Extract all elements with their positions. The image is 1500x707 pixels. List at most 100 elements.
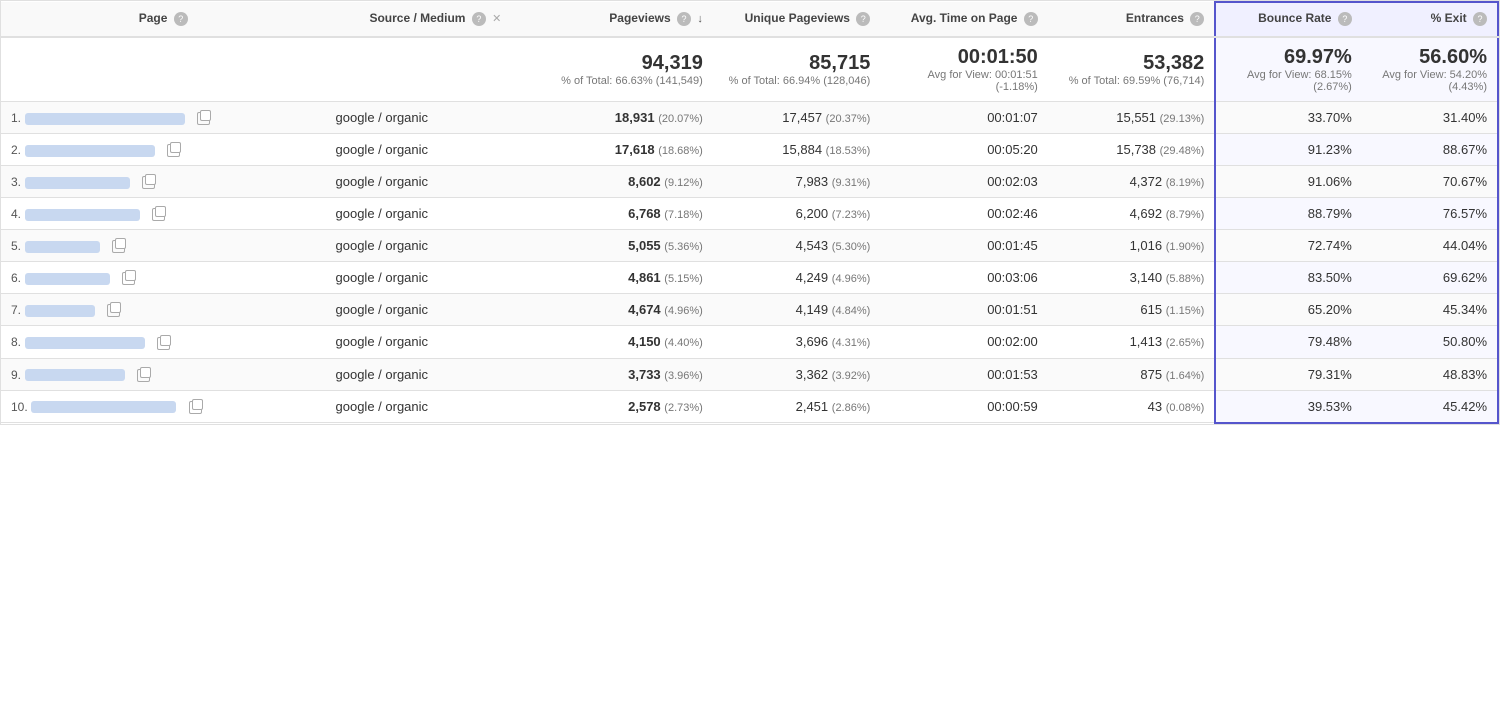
copy-icon[interactable] [122,272,135,285]
avgtime-help-icon[interactable]: ? [1024,12,1038,26]
table-row: 1. google / organic18,931 (20.07%)17,457… [1,102,1498,134]
entrances-pct: (8.19%) [1166,177,1205,189]
pageviews-pct: (18.68%) [658,145,703,157]
page-link-blur[interactable] [25,145,155,157]
cell-exit: 76.57% [1362,198,1498,230]
pageviews-pct: (2.73%) [664,402,703,414]
cell-pageviews: 2,578 (2.73%) [545,390,712,423]
page-link-blur[interactable] [25,305,95,317]
copy-icon[interactable] [189,401,202,414]
exit-value: 88.67% [1443,142,1487,157]
unique-pct: (9.31%) [832,177,871,189]
page-link-blur[interactable] [25,337,145,349]
cell-exit: 31.40% [1362,102,1498,134]
copy-icon[interactable] [137,369,150,382]
pageviews-sort-icon[interactable]: ↓ [697,13,703,25]
page-help-icon[interactable]: ? [174,12,188,26]
entrances-pct: (1.15%) [1166,305,1205,317]
totals-page [1,37,326,102]
totals-unique: 85,715 % of Total: 66.94% (128,046) [713,37,880,102]
cell-avgtime: 00:01:07 [880,102,1047,134]
totals-pageviews: 94,319 % of Total: 66.63% (141,549) [545,37,712,102]
cell-page: 2. [1,134,326,166]
cell-page: 10. [1,390,326,423]
table-row: 3. google / organic8,602 (9.12%)7,983 (9… [1,166,1498,198]
bounce-value: 83.50% [1308,270,1352,285]
bounce-value: 65.20% [1308,302,1352,317]
cell-avgtime: 00:01:51 [880,294,1047,326]
copy-icon[interactable] [112,240,125,253]
cell-exit: 50.80% [1362,326,1498,358]
row-number: 4. [11,207,21,221]
pageviews-pct: (9.12%) [664,177,703,189]
source-value: google / organic [336,238,429,253]
copy-icon[interactable] [107,304,120,317]
analytics-table: Page ? Source / Medium ? ✕ Pageviews ? ↓… [0,0,1500,425]
bounce-value: 72.74% [1308,238,1352,253]
exit-help-icon[interactable]: ? [1473,12,1487,26]
unique-help-icon[interactable]: ? [856,12,870,26]
row-number: 10. [11,400,28,414]
cell-source: google / organic [326,230,546,262]
pageviews-pct: (4.40%) [664,337,703,349]
copy-icon[interactable] [142,176,155,189]
unique-value: 4,249 [796,270,829,285]
entrances-value: 875 [1140,367,1162,382]
cell-page: 3. [1,166,326,198]
entrances-pct: (1.64%) [1166,370,1205,382]
unique-value: 4,149 [796,302,829,317]
copy-icon[interactable] [157,337,170,350]
bounce-help-icon[interactable]: ? [1338,12,1352,26]
pageviews-help-icon[interactable]: ? [677,12,691,26]
cell-bounce: 88.79% [1215,198,1362,230]
page-link-blur[interactable] [25,369,125,381]
page-link-blur[interactable] [31,401,176,413]
col-header-source: Source / Medium ? ✕ [326,2,546,37]
cell-bounce: 83.50% [1215,262,1362,294]
cell-exit: 45.42% [1362,390,1498,423]
pageviews-value: 8,602 [628,174,661,189]
cell-bounce: 33.70% [1215,102,1362,134]
cell-pageviews: 4,861 (5.15%) [545,262,712,294]
entrances-value: 4,692 [1130,206,1163,221]
page-link-blur[interactable] [25,241,100,253]
bounce-value: 33.70% [1308,110,1352,125]
copy-icon[interactable] [197,112,210,125]
cell-source: google / organic [326,134,546,166]
cell-source: google / organic [326,326,546,358]
unique-pct: (4.31%) [832,337,871,349]
copy-icon[interactable] [167,144,180,157]
unique-pct: (3.92%) [832,370,871,382]
cell-exit: 44.04% [1362,230,1498,262]
cell-bounce: 79.48% [1215,326,1362,358]
page-link-blur[interactable] [25,113,185,125]
unique-value: 2,451 [796,399,829,414]
entrances-pct: (0.08%) [1166,402,1205,414]
source-help-icon[interactable]: ? [472,12,486,26]
cell-unique: 6,200 (7.23%) [713,198,880,230]
avgtime-value: 00:02:00 [987,334,1038,349]
entrances-pct: (1.90%) [1166,241,1205,253]
cell-bounce: 79.31% [1215,358,1362,390]
pageviews-pct: (20.07%) [658,113,703,125]
cell-unique: 2,451 (2.86%) [713,390,880,423]
copy-icon[interactable] [152,208,165,221]
avgtime-value: 00:01:53 [987,367,1038,382]
col-header-pageviews: Pageviews ? ↓ [545,2,712,37]
page-link-blur[interactable] [25,273,110,285]
avgtime-value: 00:01:07 [987,110,1038,125]
avgtime-value: 00:01:51 [987,302,1038,317]
exit-value: 50.80% [1443,334,1487,349]
page-link-blur[interactable] [25,177,130,189]
entrances-value: 15,738 [1116,142,1156,157]
source-close-icon[interactable]: ✕ [492,12,501,25]
cell-unique: 15,884 (18.53%) [713,134,880,166]
entrances-help-icon[interactable]: ? [1190,12,1204,26]
page-link-blur[interactable] [25,209,140,221]
cell-entrances: 875 (1.64%) [1048,358,1215,390]
entrances-value: 1,413 [1130,334,1163,349]
unique-pct: (4.96%) [832,273,871,285]
row-number: 8. [11,335,21,349]
exit-value: 69.62% [1443,270,1487,285]
totals-source [326,37,546,102]
